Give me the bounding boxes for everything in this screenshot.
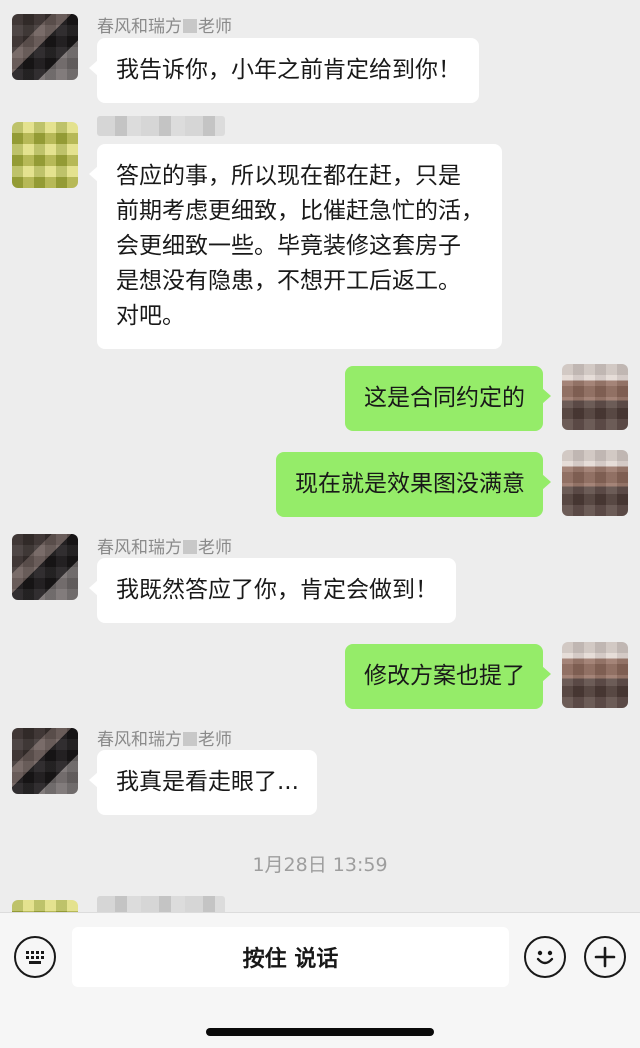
own-avatar[interactable] [562,642,628,708]
hold-to-talk-button[interactable]: 按住 说话 [72,927,509,987]
message-bubble-own[interactable]: 修改方案也提了 [345,644,551,709]
own-avatar[interactable] [562,364,628,430]
contact-avatar[interactable] [12,122,78,188]
message-timestamp: 1月28日 13:59 [252,854,388,876]
contact-avatar[interactable] [12,900,78,912]
chat-area[interactable]: 春风和瑞方 老师 我告诉你，小年之前肯定给到你！ 答应的事，所以现在都在赶，只是 … [0,0,640,912]
message-bubble[interactable]: 我既然答应了你，肯定会做到！ [89,558,456,623]
message-bubble[interactable]: 答应的事，所以现在都在赶，只是 前期考虑更细致，比催赶急忙的活， 会更细致一些。… [89,144,502,349]
own-avatar[interactable] [562,450,628,516]
contact-avatar[interactable] [12,728,78,794]
message-bubble-own[interactable]: 现在就是效果图没满意 [276,452,551,517]
plus-icon[interactable] [584,936,626,978]
blurred-sender-name [97,116,225,136]
emoji-icon[interactable] [524,936,566,978]
keyboard-icon[interactable] [14,936,56,978]
blurred-sender-name [97,896,225,912]
message-bubble-own[interactable]: 这是合同约定的 [345,366,551,431]
sender-name: 春风和瑞方 老师 [97,538,232,558]
sender-name: 春风和瑞方 老师 [97,17,232,37]
home-indicator[interactable] [206,1028,434,1036]
contact-avatar[interactable] [12,14,78,80]
message-bubble[interactable]: 我告诉你，小年之前肯定给到你！ [89,38,479,103]
message-bubble[interactable]: 我真是看走眼了... [89,750,317,815]
contact-avatar[interactable] [12,534,78,600]
sender-name: 春风和瑞方 老师 [97,730,232,750]
